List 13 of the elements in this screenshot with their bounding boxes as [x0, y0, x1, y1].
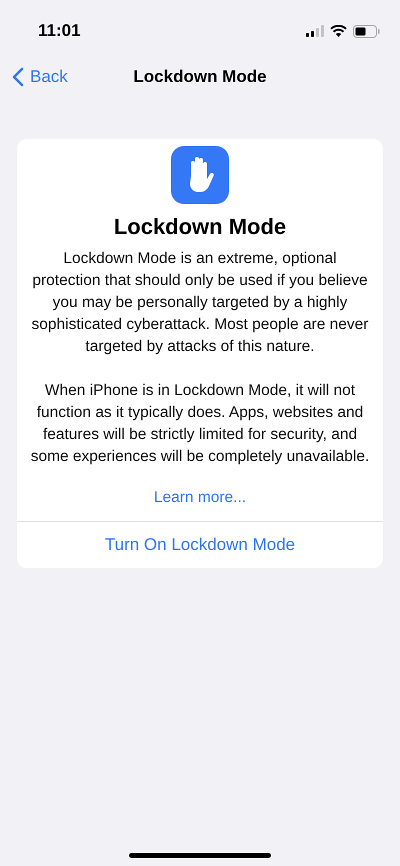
signal-icon — [306, 25, 324, 37]
nav-title: Lockdown Mode — [133, 67, 267, 87]
chevron-left-icon — [12, 67, 24, 87]
status-time: 11:01 — [38, 21, 81, 41]
back-button[interactable]: Back — [8, 62, 72, 92]
description-text: When iPhone is in Lockdown Mode, it will not function as it typically does. Apps, websites and features will be strictly limited for security, and some experiences will be completely unavailable. — [30, 381, 370, 467]
battery-icon — [353, 24, 380, 38]
hand-icon — [171, 146, 229, 204]
wifi-icon — [330, 25, 347, 37]
description-text: Lockdown Mode is an extreme, optional protection that should only be used if you believe you may be personally targeted by a highly sophisticated cyberattack. Most people are never targeted by attacks of this nature. — [30, 249, 370, 357]
card-title: Lockdown Mode — [114, 214, 286, 240]
learn-more-link[interactable]: Learn more... — [154, 489, 246, 507]
turn-on-button[interactable]: Turn On Lockdown Mode — [17, 522, 383, 568]
